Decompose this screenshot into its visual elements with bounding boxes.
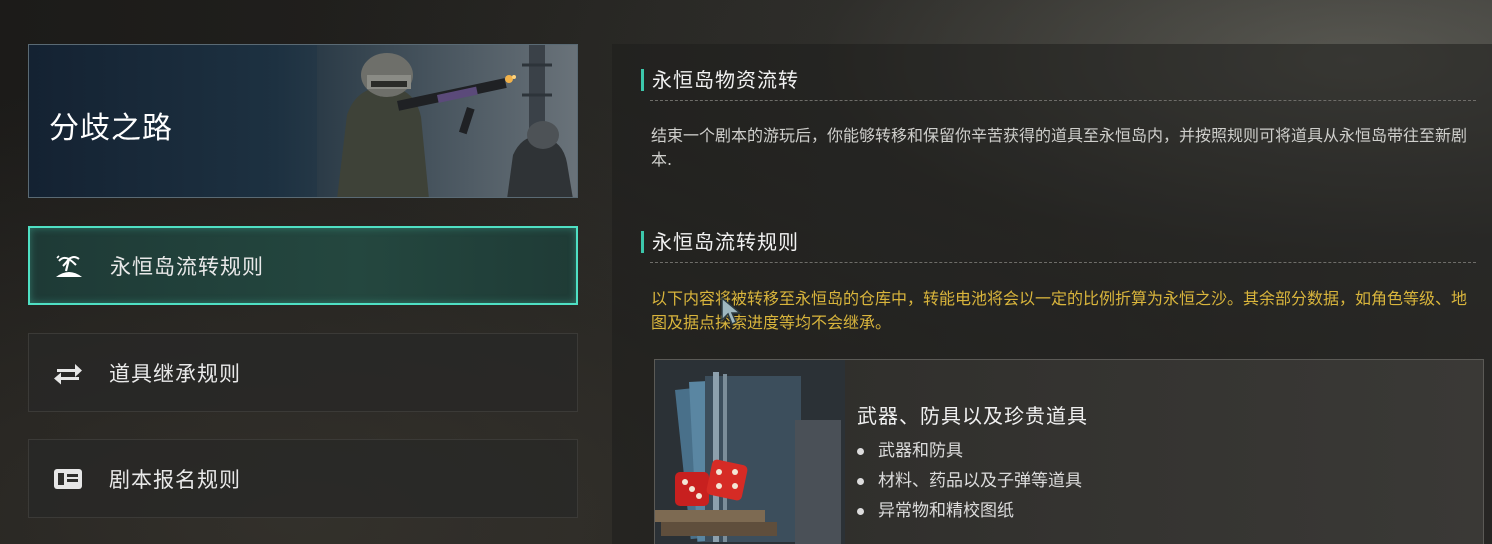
supplies-artwork [655,360,845,544]
bullet-icon [857,507,864,515]
menu-item-label: 剧本报名规则 [109,467,241,492]
scenario-title: 分歧之路 [49,111,173,146]
swap-arrows-icon [51,359,85,387]
island-icon [52,252,86,280]
section-description: 结束一个剧本的游玩后，你能够转移和保留你辛苦获得的道具至永恒岛内，并按照规则可将… [651,126,1468,169]
soldier-artwork [317,45,577,197]
menu-item-label: 道具继承规则 [109,361,241,386]
list-item: 材料、药品以及子弹等道具 [857,466,1082,496]
list-item: 异常物和精校图纸 [857,496,1082,526]
list-item: 武器和防具 [857,436,1082,466]
section-divider [650,100,1476,101]
weapons-armor-card: 武器、防具以及珍贵道具 武器和防具 材料、药品以及子弹等道具 异常物和精校图纸 [654,359,1484,544]
section-divider [650,262,1476,263]
bullet-icon [857,447,864,455]
menu-item-island-transfer-rules[interactable]: 永恒岛流转规则 [28,226,578,305]
mouse-cursor-icon [721,296,742,326]
menu-item-script-registration-rules[interactable]: 剧本报名规则 [28,439,578,518]
menu-item-item-inheritance-rules[interactable]: 道具继承规则 [28,333,578,412]
section-title-island-material-transfer: 永恒岛物资流转 [641,69,799,91]
menu-item-label: 永恒岛流转规则 [110,254,264,279]
bullet-icon [857,477,864,485]
card-title: 武器、防具以及珍贵道具 [857,404,1088,428]
scenario-banner: 分歧之路 [28,44,578,198]
card-item-list: 武器和防具 材料、药品以及子弹等道具 异常物和精校图纸 [857,436,1082,526]
section-title-island-transfer-rules: 永恒岛流转规则 [641,231,799,253]
transfer-rules-highlight: 以下内容将被转移至永恒岛的仓库中，转能电池将会以一定的比例折算为永恒之沙。其余部… [651,289,1468,332]
id-card-icon [51,465,85,493]
